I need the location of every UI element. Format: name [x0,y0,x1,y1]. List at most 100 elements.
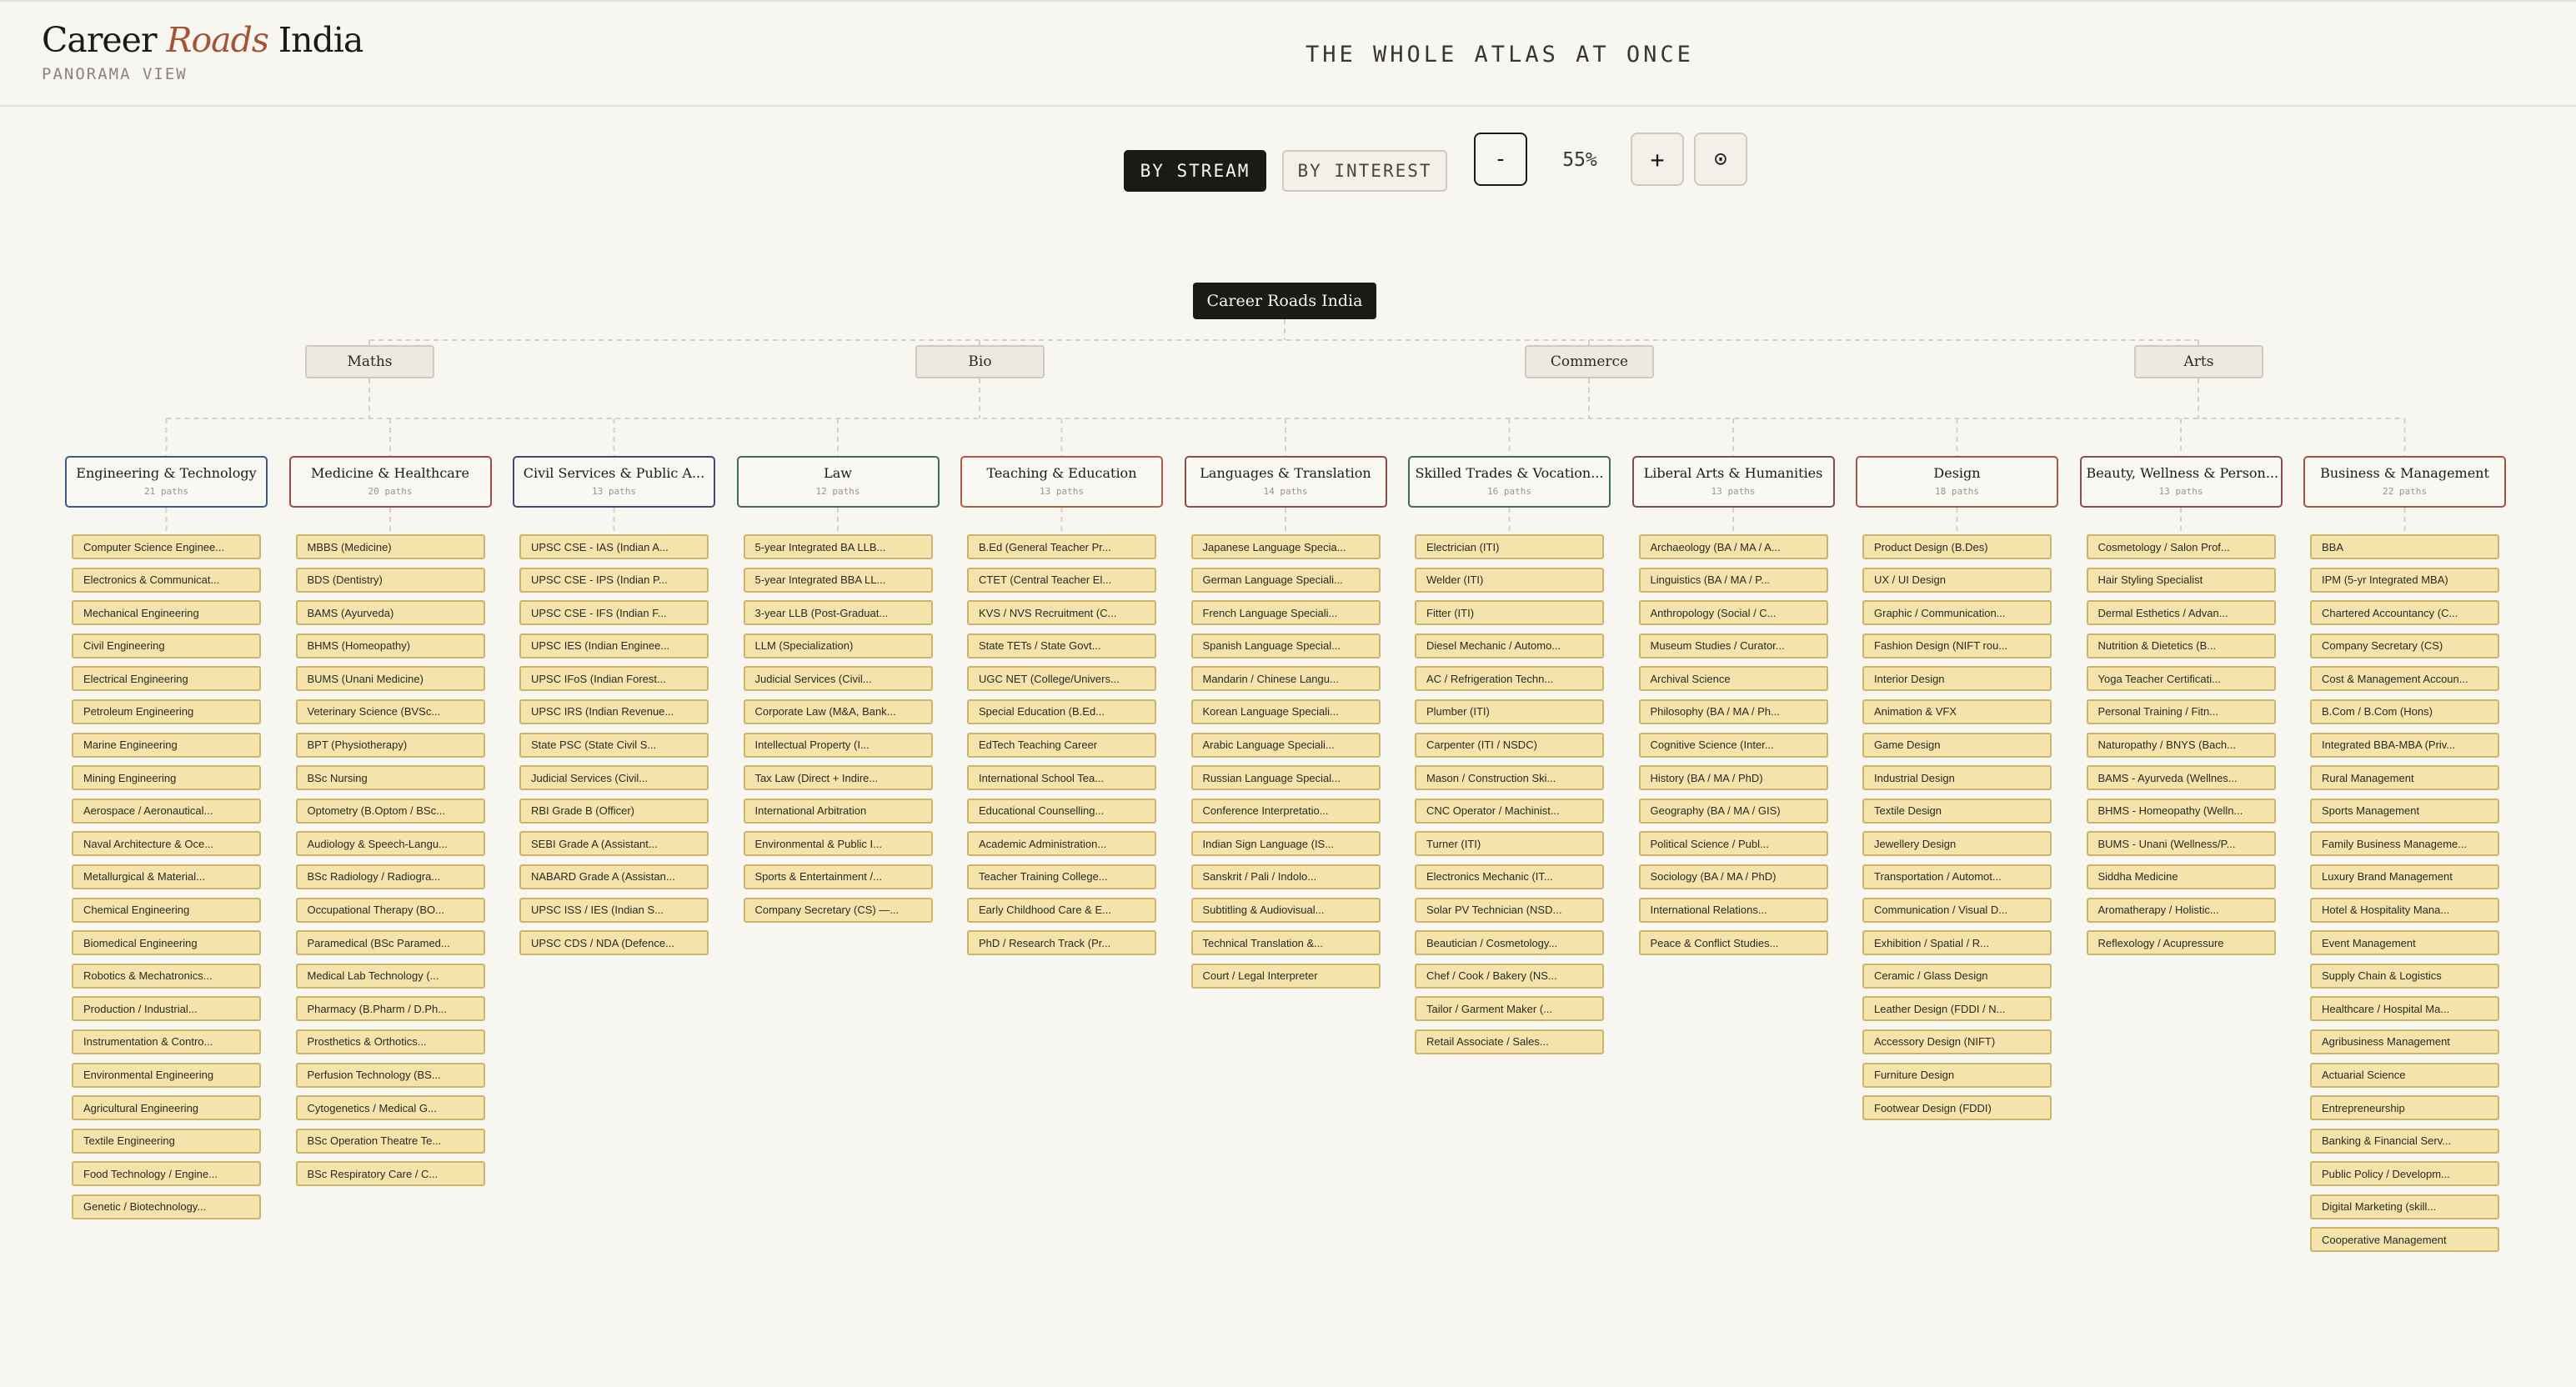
career-item[interactable]: BAMS - Ayurveda (Wellnes... [2086,765,2276,791]
stream-node[interactable]: Bio [915,345,1045,378]
career-item[interactable]: UPSC IRS (Indian Revenue... [519,699,709,724]
career-item[interactable]: Reflexology / Acupressure [2086,930,2276,956]
career-item[interactable]: Mining Engineering [72,765,261,791]
career-item[interactable]: State TETs / State Govt... [967,633,1156,658]
career-item[interactable]: SEBI Grade A (Assistant... [519,831,709,857]
career-item[interactable]: BAMS (Ayurveda) [295,600,485,626]
career-item[interactable]: Sanskrit / Pali / Indolo... [1190,864,1381,889]
career-item[interactable]: BSc Nursing [295,765,485,791]
career-item[interactable]: Civil Engineering [72,633,261,658]
career-item[interactable]: Aromatherapy / Holistic... [2086,897,2276,923]
career-item[interactable]: Fitter (ITI) [1415,600,1604,626]
category-header[interactable]: Law 12 paths [736,456,940,508]
career-item[interactable]: BSc Operation Theatre Te... [295,1128,485,1154]
career-item[interactable]: Fashion Design (NIFT rou... [1862,633,2052,658]
career-item[interactable]: UPSC CSE - IAS (Indian A... [519,534,709,559]
career-item[interactable]: Naval Architecture & Oce... [72,831,261,857]
career-item[interactable]: Chemical Engineering [72,897,261,923]
career-item[interactable]: Transportation / Automot... [1862,864,2052,889]
career-item[interactable]: Interior Design [1862,666,2052,692]
career-item[interactable]: Electrical Engineering [72,666,261,692]
career-item[interactable]: Mechanical Engineering [72,600,261,626]
career-item[interactable]: UPSC CDS / NDA (Defence... [519,930,709,956]
category-header[interactable]: Beauty, Wellness & Person... 13 paths [2079,456,2283,508]
career-item[interactable]: Chartered Accountancy (C... [2310,600,2499,626]
career-item[interactable]: Tailor / Garment Maker (... [1415,996,1604,1022]
career-item[interactable]: Political Science / Publ... [1638,831,1828,857]
career-item[interactable]: Yoga Teacher Certificati... [2086,666,2276,692]
career-item[interactable]: IPM (5-yr Integrated MBA) [2310,567,2499,593]
career-item[interactable]: Healthcare / Hospital Ma... [2310,996,2499,1022]
career-item[interactable]: UPSC CSE - IFS (Indian F... [519,600,709,626]
career-item[interactable]: Conference Interpretatio... [1190,798,1381,824]
career-item[interactable]: Corporate Law (M&A, Bank... [743,699,933,724]
career-item[interactable]: Computer Science Enginee... [72,534,261,559]
career-item[interactable]: MBBS (Medicine) [295,534,485,559]
root-node[interactable]: Career Roads India [1193,283,1376,319]
career-item[interactable]: Production / Industrial... [72,996,261,1022]
career-item[interactable]: Environmental & Public I... [743,831,933,857]
category-header[interactable]: Skilled Trades & Vocation... 16 paths [1408,456,1611,508]
career-item[interactable]: 3-year LLB (Post-Graduat... [743,600,933,626]
category-header[interactable]: Medicine & Healthcare 20 paths [288,456,492,508]
career-item[interactable]: Furniture Design [1862,1062,2052,1088]
career-item[interactable]: Banking & Financial Serv... [2310,1128,2499,1154]
career-item[interactable]: Exhibition / Spatial / R... [1862,930,2052,956]
career-item[interactable]: International School Tea... [967,765,1156,791]
by-stream-button[interactable]: BY STREAM [1124,150,1266,192]
career-item[interactable]: UPSC ISS / IES (Indian S... [519,897,709,923]
career-item[interactable]: History (BA / MA / PhD) [1638,765,1828,791]
career-item[interactable]: Plumber (ITI) [1415,699,1604,724]
career-item[interactable]: Court / Legal Interpreter [1190,963,1381,989]
career-item[interactable]: International Arbitration [743,798,933,824]
career-item[interactable]: Entrepreneurship [2310,1095,2499,1121]
career-item[interactable]: Environmental Engineering [72,1062,261,1088]
career-item[interactable]: Intellectual Property (I... [743,732,933,758]
career-item[interactable]: Supply Chain & Logistics [2310,963,2499,989]
career-item[interactable]: LLM (Specialization) [743,633,933,658]
career-item[interactable]: Prosthetics & Orthotics... [295,1029,485,1054]
career-item[interactable]: UX / UI Design [1862,567,2052,593]
career-item[interactable]: Personal Training / Fitn... [2086,699,2276,724]
career-item[interactable]: Hair Styling Specialist [2086,567,2276,593]
career-item[interactable]: State PSC (State Civil S... [519,732,709,758]
career-item[interactable]: Diesel Mechanic / Automo... [1415,633,1604,658]
career-item[interactable]: Linguistics (BA / MA / P... [1638,567,1828,593]
career-item[interactable]: Indian Sign Language (IS... [1190,831,1381,857]
career-item[interactable]: UGC NET (College/Univers... [967,666,1156,692]
career-item[interactable]: UPSC CSE - IPS (Indian P... [519,567,709,593]
career-item[interactable]: Arabic Language Speciali... [1190,732,1381,758]
career-item[interactable]: Teacher Training College... [967,864,1156,889]
career-item[interactable]: Petroleum Engineering [72,699,261,724]
career-item[interactable]: Animation & VFX [1862,699,2052,724]
career-item[interactable]: French Language Speciali... [1190,600,1381,626]
career-item[interactable]: Agricultural Engineering [72,1095,261,1121]
career-item[interactable]: Korean Language Speciali... [1190,699,1381,724]
career-item[interactable]: Sports & Entertainment /... [743,864,933,889]
career-item[interactable]: Carpenter (ITI / NSDC) [1415,732,1604,758]
career-item[interactable]: Food Technology / Engine... [72,1161,261,1187]
career-item[interactable]: Turner (ITI) [1415,831,1604,857]
career-item[interactable]: Cosmetology / Salon Prof... [2086,534,2276,559]
career-item[interactable]: Genetic / Biotechnology... [72,1194,261,1219]
career-item[interactable]: Actuarial Science [2310,1062,2499,1088]
career-item[interactable]: International Relations... [1638,897,1828,923]
career-item[interactable]: Game Design [1862,732,2052,758]
career-item[interactable]: Welder (ITI) [1415,567,1604,593]
career-item[interactable]: Naturopathy / BNYS (Bach... [2086,732,2276,758]
career-item[interactable]: Sports Management [2310,798,2499,824]
career-item[interactable]: Instrumentation & Contro... [72,1029,261,1054]
career-item[interactable]: Hotel & Hospitality Mana... [2310,897,2499,923]
career-item[interactable]: BPT (Physiotherapy) [295,732,485,758]
career-item[interactable]: Company Secretary (CS) —... [743,897,933,923]
career-item[interactable]: UPSC IFoS (Indian Forest... [519,666,709,692]
category-header[interactable]: Design 18 paths [1856,456,2058,508]
career-item[interactable]: Cost & Management Accoun... [2310,666,2499,692]
career-item[interactable]: Marine Engineering [72,732,261,758]
career-item[interactable]: EdTech Teaching Career [967,732,1156,758]
by-interest-button[interactable]: BY INTEREST [1282,150,1447,192]
career-item[interactable]: Subtitling & Audiovisual... [1190,897,1381,923]
career-item[interactable]: Archaeology (BA / MA / A... [1638,534,1828,559]
career-item[interactable]: B.Com / B.Com (Hons) [2310,699,2499,724]
category-header[interactable]: Business & Management 22 paths [2303,456,2506,508]
